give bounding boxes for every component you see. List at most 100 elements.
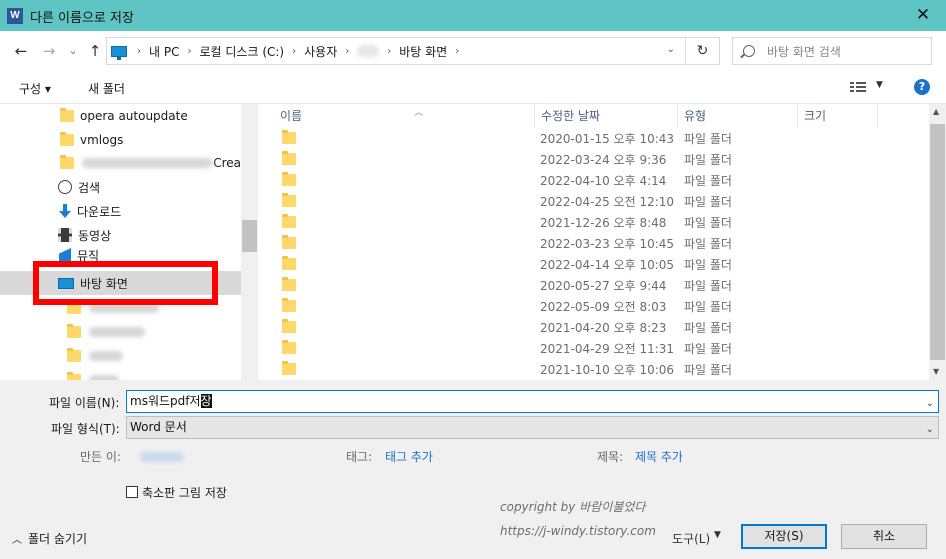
- column-header-date[interactable]: 수정한 날짜: [534, 104, 678, 128]
- chevron-right-icon: ›: [345, 45, 350, 57]
- filename-selected-text: 장: [200, 394, 212, 408]
- add-tags-link[interactable]: 태그 추가: [385, 448, 433, 465]
- tree-item[interactable]: Crea: [0, 151, 241, 175]
- file-row[interactable]: 2022-04-14 오후 10:05 파일 폴더: [260, 253, 930, 274]
- music-icon: [59, 248, 71, 262]
- breadcrumb-users[interactable]: 사용자: [304, 43, 337, 60]
- sort-ascending-icon: ︿: [414, 108, 424, 118]
- organize-button[interactable]: 구성 ▾: [19, 80, 51, 97]
- folder-icon: [282, 130, 296, 144]
- tree-item-subfolder[interactable]: [0, 344, 241, 368]
- breadcrumb-local-disk[interactable]: 로컬 디스크 (C:): [199, 43, 284, 60]
- file-row[interactable]: 2022-04-10 오후 4:14 파일 폴더: [260, 169, 930, 190]
- tree-item-videos[interactable]: 동영상: [0, 223, 241, 247]
- tree-item-label: 다운로드: [77, 204, 122, 219]
- tree-scrollbar[interactable]: [241, 104, 258, 380]
- breadcrumb-user-blurred[interactable]: [357, 45, 380, 57]
- file-row[interactable]: 2021-04-29 오전 11:31 파일 폴더: [260, 337, 930, 358]
- tree-item-downloads[interactable]: 다운로드: [0, 199, 241, 223]
- filename-label: 파일 이름(N):: [49, 396, 120, 410]
- author-value-blurred[interactable]: [140, 452, 184, 462]
- up-arrow-icon[interactable]: ↑: [86, 42, 104, 60]
- close-button[interactable]: ✕: [900, 0, 946, 31]
- tree-item-search[interactable]: 검색: [0, 175, 241, 199]
- subject-label: 제목:: [597, 450, 624, 464]
- address-bar[interactable]: › 내 PC › 로컬 디스크 (C:) › 사용자 › › 바탕 화면 › ⌄…: [106, 37, 720, 65]
- chevron-right-icon: ›: [387, 45, 392, 57]
- scroll-down-icon[interactable]: ▼: [933, 367, 939, 376]
- tree-item-subfolder[interactable]: [0, 320, 241, 344]
- file-list[interactable]: 이름 ︿ 수정한 날짜 유형 크기 2020-01-15 오후 10:43 파일 …: [260, 104, 930, 380]
- save-button[interactable]: 저장(S): [741, 524, 827, 549]
- refresh-icon[interactable]: ↻: [685, 38, 719, 64]
- blurred-folder-name: [82, 158, 214, 168]
- window-title: 다른 이름으로 저장: [30, 11, 134, 26]
- file-row[interactable]: 2021-12-26 오후 8:48 파일 폴더: [260, 211, 930, 232]
- tree-item-subfolder[interactable]: [0, 368, 241, 380]
- tree-item-label: 검색: [78, 180, 101, 195]
- filetype-value: Word 문서: [130, 420, 187, 434]
- author-label: 만든 이:: [80, 450, 121, 464]
- tree-item-label: Crea: [213, 156, 241, 170]
- file-row[interactable]: 2020-01-15 오후 10:43 파일 폴더: [260, 127, 930, 148]
- column-header-type[interactable]: 유형: [678, 104, 798, 128]
- file-row[interactable]: 2022-05-09 오전 8:03 파일 폴더: [260, 295, 930, 316]
- chevron-right-icon: ›: [187, 45, 192, 57]
- file-list-scrollbar[interactable]: ▲ ▼: [929, 104, 946, 380]
- file-row[interactable]: 2022-04-25 오전 12:10 파일 폴더: [260, 190, 930, 211]
- video-icon: [58, 228, 72, 242]
- tree-item-label: 동영상: [78, 228, 112, 243]
- file-row[interactable]: 2020-05-27 오후 9:44 파일 폴더: [260, 274, 930, 295]
- address-dropdown-icon[interactable]: ⌄: [667, 44, 675, 55]
- navigation-pane[interactable]: opera autoupdate vmlogs Crea 검색 다운로드 동영상…: [0, 104, 258, 380]
- chevron-right-icon: ›: [292, 45, 297, 57]
- view-dropdown-icon[interactable]: ▼: [876, 80, 883, 90]
- filetype-select[interactable]: Word 문서 ⌄: [126, 416, 939, 439]
- file-list-scrollbar-thumb[interactable]: [930, 124, 945, 360]
- chevron-down-icon[interactable]: ⌄: [926, 393, 934, 414]
- folder-icon: [60, 155, 74, 169]
- filetype-label: 파일 형식(T):: [51, 422, 120, 436]
- hide-folders-button[interactable]: ︿ 폴더 숨기기: [12, 530, 87, 547]
- blurred-folder-name: [89, 351, 123, 361]
- cancel-button[interactable]: 취소: [841, 524, 927, 549]
- folder-icon: [282, 277, 296, 291]
- pc-icon: [111, 45, 127, 60]
- column-header-name[interactable]: 이름 ︿: [274, 104, 534, 128]
- save-options-panel: 파일 이름(N): ms워드pdf저장 ⌄ 파일 형식(T): Word 문서 …: [0, 380, 946, 559]
- folder-icon: [282, 319, 296, 333]
- tools-button[interactable]: 도구(L): [672, 530, 710, 547]
- add-subject-link[interactable]: 제목 추가: [635, 448, 683, 465]
- chevron-down-icon[interactable]: ⌄: [926, 419, 934, 440]
- scroll-up-icon[interactable]: ▲: [933, 107, 939, 116]
- breadcrumb-desktop[interactable]: 바탕 화면: [399, 43, 447, 60]
- forward-arrow-icon[interactable]: →: [40, 42, 58, 60]
- folder-icon: [282, 214, 296, 228]
- folder-icon: [282, 193, 296, 207]
- file-row[interactable]: 2022-03-24 오후 9:36 파일 폴더: [260, 148, 930, 169]
- help-icon[interactable]: ?: [914, 79, 930, 95]
- tools-dropdown-icon[interactable]: ▼: [714, 530, 721, 540]
- word-app-icon: W: [7, 8, 23, 24]
- search-placeholder: 바탕 화면 검색: [767, 44, 841, 59]
- folder-icon: [67, 348, 81, 362]
- search-input[interactable]: 바탕 화면 검색: [732, 37, 932, 65]
- file-row[interactable]: 2021-10-10 오후 10:06 파일 폴더: [260, 358, 930, 379]
- file-row[interactable]: 2022-03-23 오후 10:45 파일 폴더: [260, 232, 930, 253]
- file-row[interactable]: 2021-04-20 오후 8:23 파일 폴더: [260, 316, 930, 337]
- save-thumbnail-label[interactable]: 축소판 그림 저장: [142, 484, 227, 501]
- tree-item[interactable]: opera autoupdate: [0, 104, 241, 128]
- breadcrumb-my-pc[interactable]: 내 PC: [149, 43, 179, 60]
- recent-locations-icon[interactable]: ⌄: [64, 42, 82, 60]
- tree-scrollbar-thumb[interactable]: [242, 220, 257, 252]
- chevron-up-icon: ︿: [12, 535, 22, 546]
- filename-input[interactable]: ms워드pdf저장 ⌄: [126, 390, 939, 413]
- view-options-icon[interactable]: [850, 81, 866, 93]
- new-folder-button[interactable]: 새 폴더: [88, 80, 125, 97]
- tree-item[interactable]: vmlogs: [0, 128, 241, 152]
- folder-icon: [282, 361, 296, 375]
- save-thumbnail-checkbox[interactable]: [126, 486, 138, 498]
- back-arrow-icon[interactable]: ←: [12, 42, 30, 60]
- folder-icon: [282, 298, 296, 312]
- column-header-size[interactable]: 크기: [798, 104, 878, 128]
